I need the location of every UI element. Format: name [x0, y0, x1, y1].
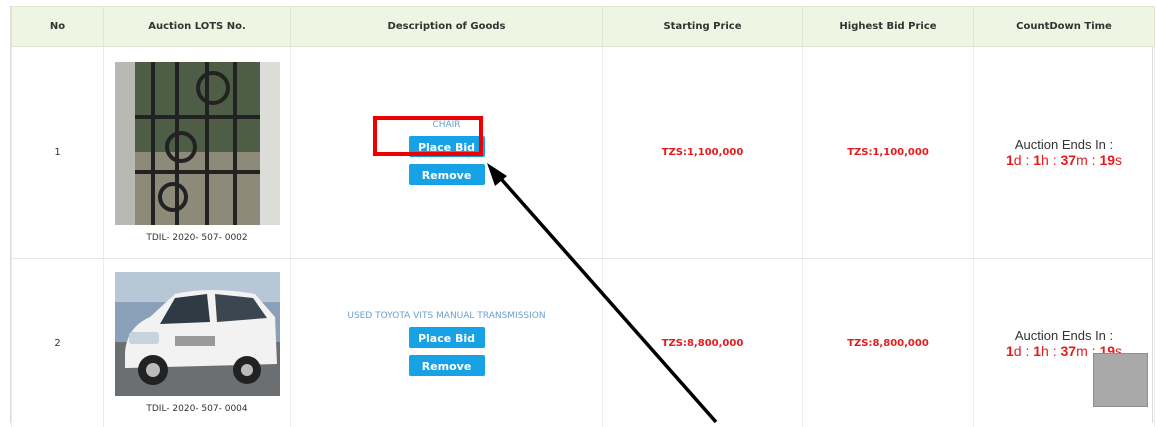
countdown-label: Auction Ends In : — [974, 328, 1154, 343]
unit-minutes: m — [1076, 343, 1088, 359]
cell-starting-price: TZS:1,100,000 — [603, 47, 803, 259]
countdown-hours: 1 — [1033, 152, 1041, 168]
unit-hours: h — [1041, 152, 1049, 168]
sep: : — [1022, 343, 1034, 359]
unit-minutes: m — [1076, 152, 1088, 168]
unit-days: d — [1014, 343, 1022, 359]
countdown-label: Auction Ends In : — [974, 137, 1154, 152]
unit-days: d — [1014, 152, 1022, 168]
countdown-days: 1 — [1006, 152, 1014, 168]
cell-no: 2 — [12, 259, 104, 427]
row-number: 2 — [54, 338, 60, 349]
countdown-seconds: 19 — [1099, 152, 1115, 168]
header-countdown: CountDown Time — [974, 7, 1155, 47]
cell-countdown: Auction Ends In : 1d : 1h : 37m : 19s — [974, 47, 1155, 259]
cell-no: 1 — [12, 47, 104, 259]
remove-button[interactable]: Remove — [409, 164, 485, 185]
table-header-row: No Auction LOTS No. Description of Goods… — [12, 7, 1155, 47]
countdown-timer: 1d : 1h : 37m : 19s — [974, 152, 1154, 168]
scroll-to-top-button[interactable] — [1093, 353, 1148, 407]
remove-button[interactable]: Remove — [409, 355, 485, 376]
white-suv-photo-icon[interactable] — [115, 272, 280, 396]
goods-description[interactable]: CHAIR — [291, 120, 602, 130]
cell-description: CHAIR Place Bid Remove — [291, 47, 603, 259]
goods-description[interactable]: USED TOYOTA VITS MANUAL TRANSMISSION — [291, 311, 602, 321]
window-grill-photo-icon[interactable] — [115, 62, 280, 225]
highest-bid-price: TZS:1,100,000 — [847, 147, 929, 158]
countdown-minutes: 37 — [1061, 152, 1077, 168]
header-description: Description of Goods — [291, 7, 603, 47]
cell-highest-bid: TZS:1,100,000 — [803, 47, 974, 259]
table-row: 2 TDIL- 2020- 507- 0004 — [12, 259, 1155, 427]
header-lot: Auction LOTS No. — [104, 7, 291, 47]
place-bid-button[interactable]: Place Bid — [409, 136, 485, 157]
row-number: 1 — [54, 147, 60, 158]
cell-starting-price: TZS:8,800,000 — [603, 259, 803, 427]
cell-description: USED TOYOTA VITS MANUAL TRANSMISSION Pla… — [291, 259, 603, 427]
highest-bid-price: TZS:8,800,000 — [847, 338, 929, 349]
countdown-days: 1 — [1006, 343, 1014, 359]
header-no: No — [12, 7, 104, 47]
sep: : — [1049, 343, 1061, 359]
sep: : — [1049, 152, 1061, 168]
header-highest-bid: Highest Bid Price — [803, 7, 974, 47]
auction-table: No Auction LOTS No. Description of Goods… — [11, 6, 1155, 427]
unit-seconds: s — [1115, 152, 1122, 168]
sep: : — [1022, 152, 1034, 168]
cell-lot: TDIL- 2020- 507- 0004 — [104, 259, 291, 427]
countdown-hours: 1 — [1033, 343, 1041, 359]
starting-price: TZS:1,100,000 — [662, 147, 744, 158]
header-starting-price: Starting Price — [603, 7, 803, 47]
table-row: 1 — [12, 47, 1155, 259]
starting-price: TZS:8,800,000 — [662, 338, 744, 349]
lot-code: TDIL- 2020- 507- 0002 — [104, 233, 290, 243]
auction-table-frame: No Auction LOTS No. Description of Goods… — [10, 6, 1153, 423]
sep: : — [1088, 152, 1100, 168]
cell-highest-bid: TZS:8,800,000 — [803, 259, 974, 427]
countdown-minutes: 37 — [1061, 343, 1077, 359]
place-bid-button[interactable]: Place Bid — [409, 327, 485, 348]
cell-lot: TDIL- 2020- 507- 0002 — [104, 47, 291, 259]
unit-hours: h — [1041, 343, 1049, 359]
lot-code: TDIL- 2020- 507- 0004 — [104, 404, 290, 414]
